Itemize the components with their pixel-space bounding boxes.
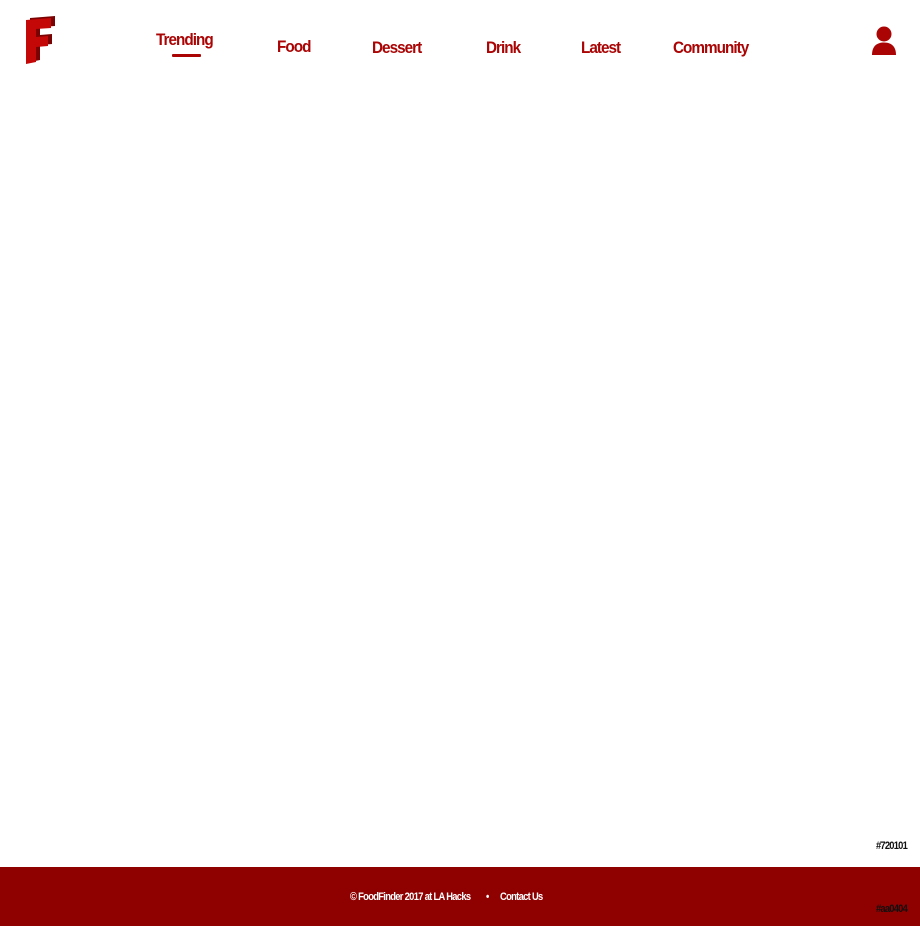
footer-separator: • xyxy=(486,891,489,903)
user-icon[interactable] xyxy=(870,26,898,56)
foodfinder-logo-icon[interactable] xyxy=(24,14,58,64)
main-content xyxy=(0,90,920,867)
nav-active-underline xyxy=(172,54,201,57)
footer-copyright: © FoodFinder 2017 at LA Hacks xyxy=(350,891,471,903)
footer-contact-link[interactable]: Contact Us xyxy=(500,891,543,903)
header: Trending Food Dessert Drink Latest Commu… xyxy=(0,0,920,90)
brand-red-swatch-label: #aa0404 xyxy=(876,903,908,915)
nav-tab-trending[interactable]: Trending xyxy=(156,30,214,50)
nav-tab-food[interactable]: Food xyxy=(277,37,311,57)
dark-red-swatch-label: #720101 xyxy=(876,840,908,852)
nav-tab-community[interactable]: Community xyxy=(673,38,749,58)
page: Trending Food Dessert Drink Latest Commu… xyxy=(0,0,920,926)
nav-tab-drink[interactable]: Drink xyxy=(486,38,521,58)
nav-tab-latest[interactable]: Latest xyxy=(581,38,621,58)
nav-tab-dessert[interactable]: Dessert xyxy=(372,38,422,58)
